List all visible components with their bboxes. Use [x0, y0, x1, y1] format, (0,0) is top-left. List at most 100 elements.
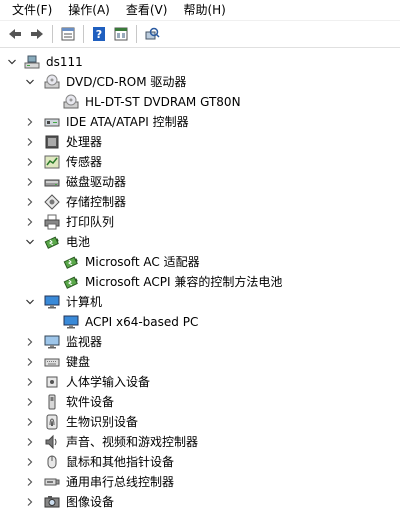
chevron-right-icon[interactable] [24, 452, 36, 472]
toolbar-separator [83, 25, 84, 43]
tree-item-label: 打印队列 [66, 215, 115, 229]
tree-item-label: 鼠标和其他指针设备 [66, 455, 175, 469]
chevron-down-icon[interactable] [24, 232, 36, 252]
tree-category[interactable]: IDE ATA/ATAPI 控制器 [0, 112, 400, 132]
tree-category[interactable]: 打印队列 [0, 212, 400, 232]
disk-drive-icon [44, 174, 60, 190]
tree-category[interactable]: 图像设备 [0, 492, 400, 510]
tree-device[interactable]: Microsoft AC 适配器 [0, 252, 400, 272]
hid-icon [44, 374, 60, 390]
tree-item-label: 磁盘驱动器 [66, 175, 127, 189]
chevron-right-icon[interactable] [24, 492, 36, 510]
monitor-icon [44, 294, 60, 310]
menu-item[interactable]: 文件(F) [4, 0, 60, 20]
chevron-down-icon[interactable] [6, 52, 18, 72]
tree-category[interactable]: 电池 [0, 232, 400, 252]
monitor-icon [63, 314, 79, 330]
tree-item-label: HL-DT-ST DVDRAM GT80N [85, 95, 241, 109]
tree-item-label: 计算机 [66, 295, 103, 309]
chevron-down-icon[interactable] [24, 292, 36, 312]
tree-category[interactable]: 通用串行总线控制器 [0, 472, 400, 492]
toolbar-separator [136, 25, 137, 43]
fingerprint-icon [44, 414, 60, 430]
chevron-right-icon[interactable] [24, 172, 36, 192]
chevron-right-icon[interactable] [24, 332, 36, 352]
chevron-right-icon[interactable] [24, 152, 36, 172]
tree-category[interactable]: 磁盘驱动器 [0, 172, 400, 192]
chevron-right-icon[interactable] [24, 432, 36, 452]
tree-category[interactable]: 软件设备 [0, 392, 400, 412]
tree-category[interactable]: DVD/CD-ROM 驱动器 [0, 72, 400, 92]
tree-category[interactable]: 声音、视频和游戏控制器 [0, 432, 400, 452]
tree-device[interactable]: HL-DT-ST DVDRAM GT80N [0, 92, 400, 112]
display-icon [44, 334, 60, 350]
tree-item-label: Microsoft AC 适配器 [85, 255, 200, 269]
menu-item[interactable]: 查看(V) [118, 0, 176, 20]
view-button[interactable] [110, 23, 132, 45]
scan-hardware-button[interactable] [141, 23, 163, 45]
tree-item-label: 通用串行总线控制器 [66, 475, 175, 489]
device-tree: ds111 DVD/CD-ROM 驱动器 HL-DT-ST DVDRAM GT80N… [0, 48, 400, 510]
chevron-right-icon[interactable] [24, 112, 36, 132]
chevron-down-icon[interactable] [24, 72, 36, 92]
view-icon [114, 27, 128, 41]
chevron-right-icon[interactable] [24, 352, 36, 372]
tree-category[interactable]: 计算机 [0, 292, 400, 312]
tree-category[interactable]: 键盘 [0, 352, 400, 372]
svg-text:?: ? [96, 28, 102, 41]
tree-item-label: 电池 [66, 235, 91, 249]
menu-item[interactable]: 帮助(H) [175, 0, 233, 20]
tree-category[interactable]: 监视器 [0, 332, 400, 352]
tree-item-label: 处理器 [66, 135, 103, 149]
tree-item-label: 传感器 [66, 155, 103, 169]
menu-item[interactable]: 操作(A) [60, 0, 118, 20]
battery-icon [63, 274, 79, 290]
toolbar-separator [52, 25, 53, 43]
help-icon: ? [93, 27, 105, 41]
tree-device[interactable]: ACPI x64-based PC [0, 312, 400, 332]
tree-item-label: 人体学输入设备 [66, 375, 151, 389]
chevron-right-icon[interactable] [24, 412, 36, 432]
toolbar: ? [0, 20, 400, 48]
dvd-drive-icon [63, 94, 79, 110]
tree-root[interactable]: ds111 [0, 52, 400, 72]
tree-category[interactable]: 存储控制器 [0, 192, 400, 212]
storage-controller-icon [44, 194, 60, 210]
tree-item-label: DVD/CD-ROM 驱动器 [66, 75, 187, 89]
computer-root-icon [24, 54, 40, 70]
back-button[interactable] [4, 23, 26, 45]
chevron-right-icon[interactable] [24, 472, 36, 492]
tree-item-label: ACPI x64-based PC [85, 315, 199, 329]
battery-icon [63, 254, 79, 270]
usb-icon [44, 474, 60, 490]
forward-arrow-icon [31, 29, 43, 39]
tree-device[interactable]: Microsoft ACPI 兼容的控制方法电池 [0, 272, 400, 292]
tree-category[interactable]: 生物识别设备 [0, 412, 400, 432]
tree-item-label: 图像设备 [66, 495, 115, 509]
tree-item-label: Microsoft ACPI 兼容的控制方法电池 [85, 275, 283, 289]
chevron-right-icon[interactable] [24, 132, 36, 152]
software-device-icon [44, 394, 60, 410]
tree-item-label: 监视器 [66, 335, 103, 349]
speaker-icon [44, 434, 60, 450]
tree-category[interactable]: 传感器 [0, 152, 400, 172]
chevron-right-icon[interactable] [24, 192, 36, 212]
chevron-right-icon[interactable] [24, 392, 36, 412]
chevron-right-icon[interactable] [24, 372, 36, 392]
properties-button[interactable] [57, 23, 79, 45]
camera-icon [44, 494, 60, 510]
back-arrow-icon [9, 29, 21, 39]
sensor-icon [44, 154, 60, 170]
tree-item-label: 软件设备 [66, 395, 115, 409]
help-button[interactable]: ? [88, 23, 110, 45]
chevron-right-icon[interactable] [24, 212, 36, 232]
keyboard-icon [44, 354, 60, 370]
tree-item-label: 生物识别设备 [66, 415, 139, 429]
properties-icon [61, 27, 75, 41]
tree-category[interactable]: 鼠标和其他指针设备 [0, 452, 400, 472]
tree-category[interactable]: 处理器 [0, 132, 400, 152]
forward-button[interactable] [26, 23, 48, 45]
tree-category[interactable]: 人体学输入设备 [0, 372, 400, 392]
processor-icon [44, 134, 60, 150]
tree-item-label: ds111 [46, 55, 83, 69]
